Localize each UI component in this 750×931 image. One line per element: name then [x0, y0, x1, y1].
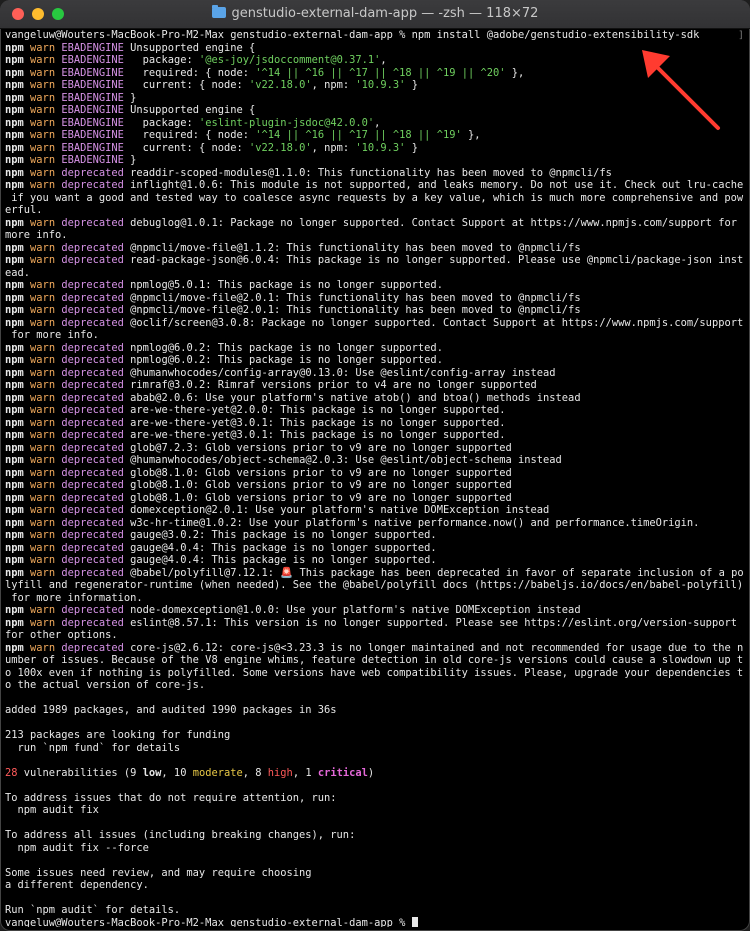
terminal-line: a different dependency.	[5, 879, 149, 891]
terminal-line: npm warn deprecated gauge@3.0.2: This pa…	[5, 529, 437, 541]
terminal-line: npm warn deprecated @babel/polyfill@7.12…	[5, 566, 744, 579]
terminal-line: npm warn deprecated gauge@4.0.4: This pa…	[5, 541, 437, 554]
terminal-line: umber of issues. Because of the V8 engin…	[5, 654, 744, 666]
terminal-line: npm warn deprecated glob@8.1.0: Glob ver…	[5, 479, 512, 491]
terminal-line: To address issues that do not require at…	[5, 791, 337, 804]
terminal-line: Run `npm audit` for details.	[5, 904, 181, 916]
terminal-line: npm warn deprecated glob@8.1.0: Glob ver…	[5, 491, 512, 504]
terminal-line: erful.	[5, 204, 43, 216]
terminal-line: npm warn deprecated inflight@1.0.6: This…	[5, 179, 744, 191]
terminal-line: npm warn deprecated @oclif/screen@3.0.8:…	[5, 316, 744, 329]
terminal-line: 28 vulnerabilities (9 low, 10 moderate, …	[5, 766, 375, 779]
terminal-line: npm warn deprecated core-js@2.6.12: core…	[5, 641, 744, 654]
annotation-arrow-icon	[642, 50, 720, 130]
terminal-line: npm warn deprecated gauge@4.0.4: This pa…	[5, 554, 437, 566]
terminal-line: npm warn deprecated @humanwhocodes/confi…	[5, 366, 556, 379]
terminal-line: npm warn deprecated @npmcli/move-file@2.…	[5, 304, 581, 316]
terminal-line: npm warn EBADENGINE }	[5, 154, 137, 166]
terminal-line: npm warn deprecated rimraf@3.0.2: Rimraf…	[5, 379, 537, 391]
terminal-line: npm audit fix	[5, 804, 99, 816]
terminal-line: ead.	[5, 266, 31, 279]
terminal-line: npm warn deprecated are-we-there-yet@3.0…	[5, 416, 506, 429]
terminal-line: o the actual version of core-js.	[5, 679, 206, 691]
terminal-line: if you want a good and tested way to coa…	[5, 191, 744, 204]
terminal-output[interactable]: vangeluw@Wouters-MacBook-Pro-M2-Max gens…	[5, 29, 747, 927]
text-cursor	[411, 916, 418, 927]
window-title-area: genstudio-external-dam-app — -zsh — 118×…	[0, 5, 750, 21]
terminal-line: npm warn deprecated @npmcli/move-file@1.…	[5, 241, 581, 254]
terminal-line: o 100x even if nothing is polyfilled. So…	[5, 666, 744, 679]
terminal-window: genstudio-external-dam-app — -zsh — 118×…	[0, 0, 750, 931]
terminal-line: npm warn deprecated eslint@8.57.1: This …	[5, 616, 737, 629]
terminal-line: for more information.	[5, 591, 143, 604]
terminal-line: npm warn deprecated abab@2.0.6: Use your…	[5, 391, 581, 404]
terminal-line: Some issues need review, and may require…	[5, 866, 312, 879]
terminal-line: npm warn deprecated @humanwhocodes/objec…	[5, 454, 562, 466]
terminal-line: lyfill and regenerator-runtime (when nee…	[5, 579, 744, 591]
terminal-line: npm warn EBADENGINE current: { node: 'v2…	[5, 141, 418, 154]
terminal-line: for other options.	[5, 629, 118, 641]
terminal-line: more info.	[5, 229, 68, 241]
terminal-line: vangeluw@Wouters-MacBook-Pro-M2-Max gens…	[5, 916, 747, 927]
window-title: genstudio-external-dam-app — -zsh — 118×…	[231, 6, 539, 21]
title-bar: genstudio-external-dam-app — -zsh — 118×…	[0, 0, 750, 29]
terminal-line: npm warn deprecated npmlog@5.0.1: This p…	[5, 279, 443, 291]
terminal-line: run `npm fund` for details	[5, 741, 181, 754]
terminal-line: npm warn deprecated are-we-there-yet@3.0…	[5, 429, 506, 441]
terminal-line: npm warn deprecated read-package-json@6.…	[5, 254, 744, 266]
terminal-line: npm warn deprecated glob@8.1.0: Glob ver…	[5, 466, 512, 479]
terminal-line: npm warn deprecated w3c-hr-time@1.0.2: U…	[5, 516, 700, 529]
terminal-line: To address all issues (including breakin…	[5, 829, 356, 841]
terminal-line: npm warn deprecated domexception@2.0.1: …	[5, 504, 550, 516]
terminal-line: npm warn deprecated debuglog@1.0.1: Pack…	[5, 216, 737, 229]
terminal-line: npm warn deprecated node-domexception@1.…	[5, 604, 581, 616]
terminal-line: npm warn deprecated readdir-scoped-modul…	[5, 166, 612, 179]
terminal-line: npm warn deprecated are-we-there-yet@2.0…	[5, 404, 506, 416]
terminal-line: npm warn deprecated npmlog@6.0.2: This p…	[5, 341, 443, 354]
terminal-line: for more info.	[5, 329, 99, 341]
terminal-line: npm warn deprecated npmlog@6.0.2: This p…	[5, 354, 443, 366]
terminal-line: 213 packages are looking for funding	[5, 729, 231, 741]
terminal-line: npm warn deprecated @npmcli/move-file@2.…	[5, 291, 581, 304]
terminal-line: added 1989 packages, and audited 1990 pa…	[5, 704, 337, 716]
terminal-line: npm audit fix --force	[5, 841, 149, 854]
terminal-line: npm warn deprecated glob@7.2.3: Glob ver…	[5, 441, 512, 454]
folder-icon	[211, 5, 226, 18]
